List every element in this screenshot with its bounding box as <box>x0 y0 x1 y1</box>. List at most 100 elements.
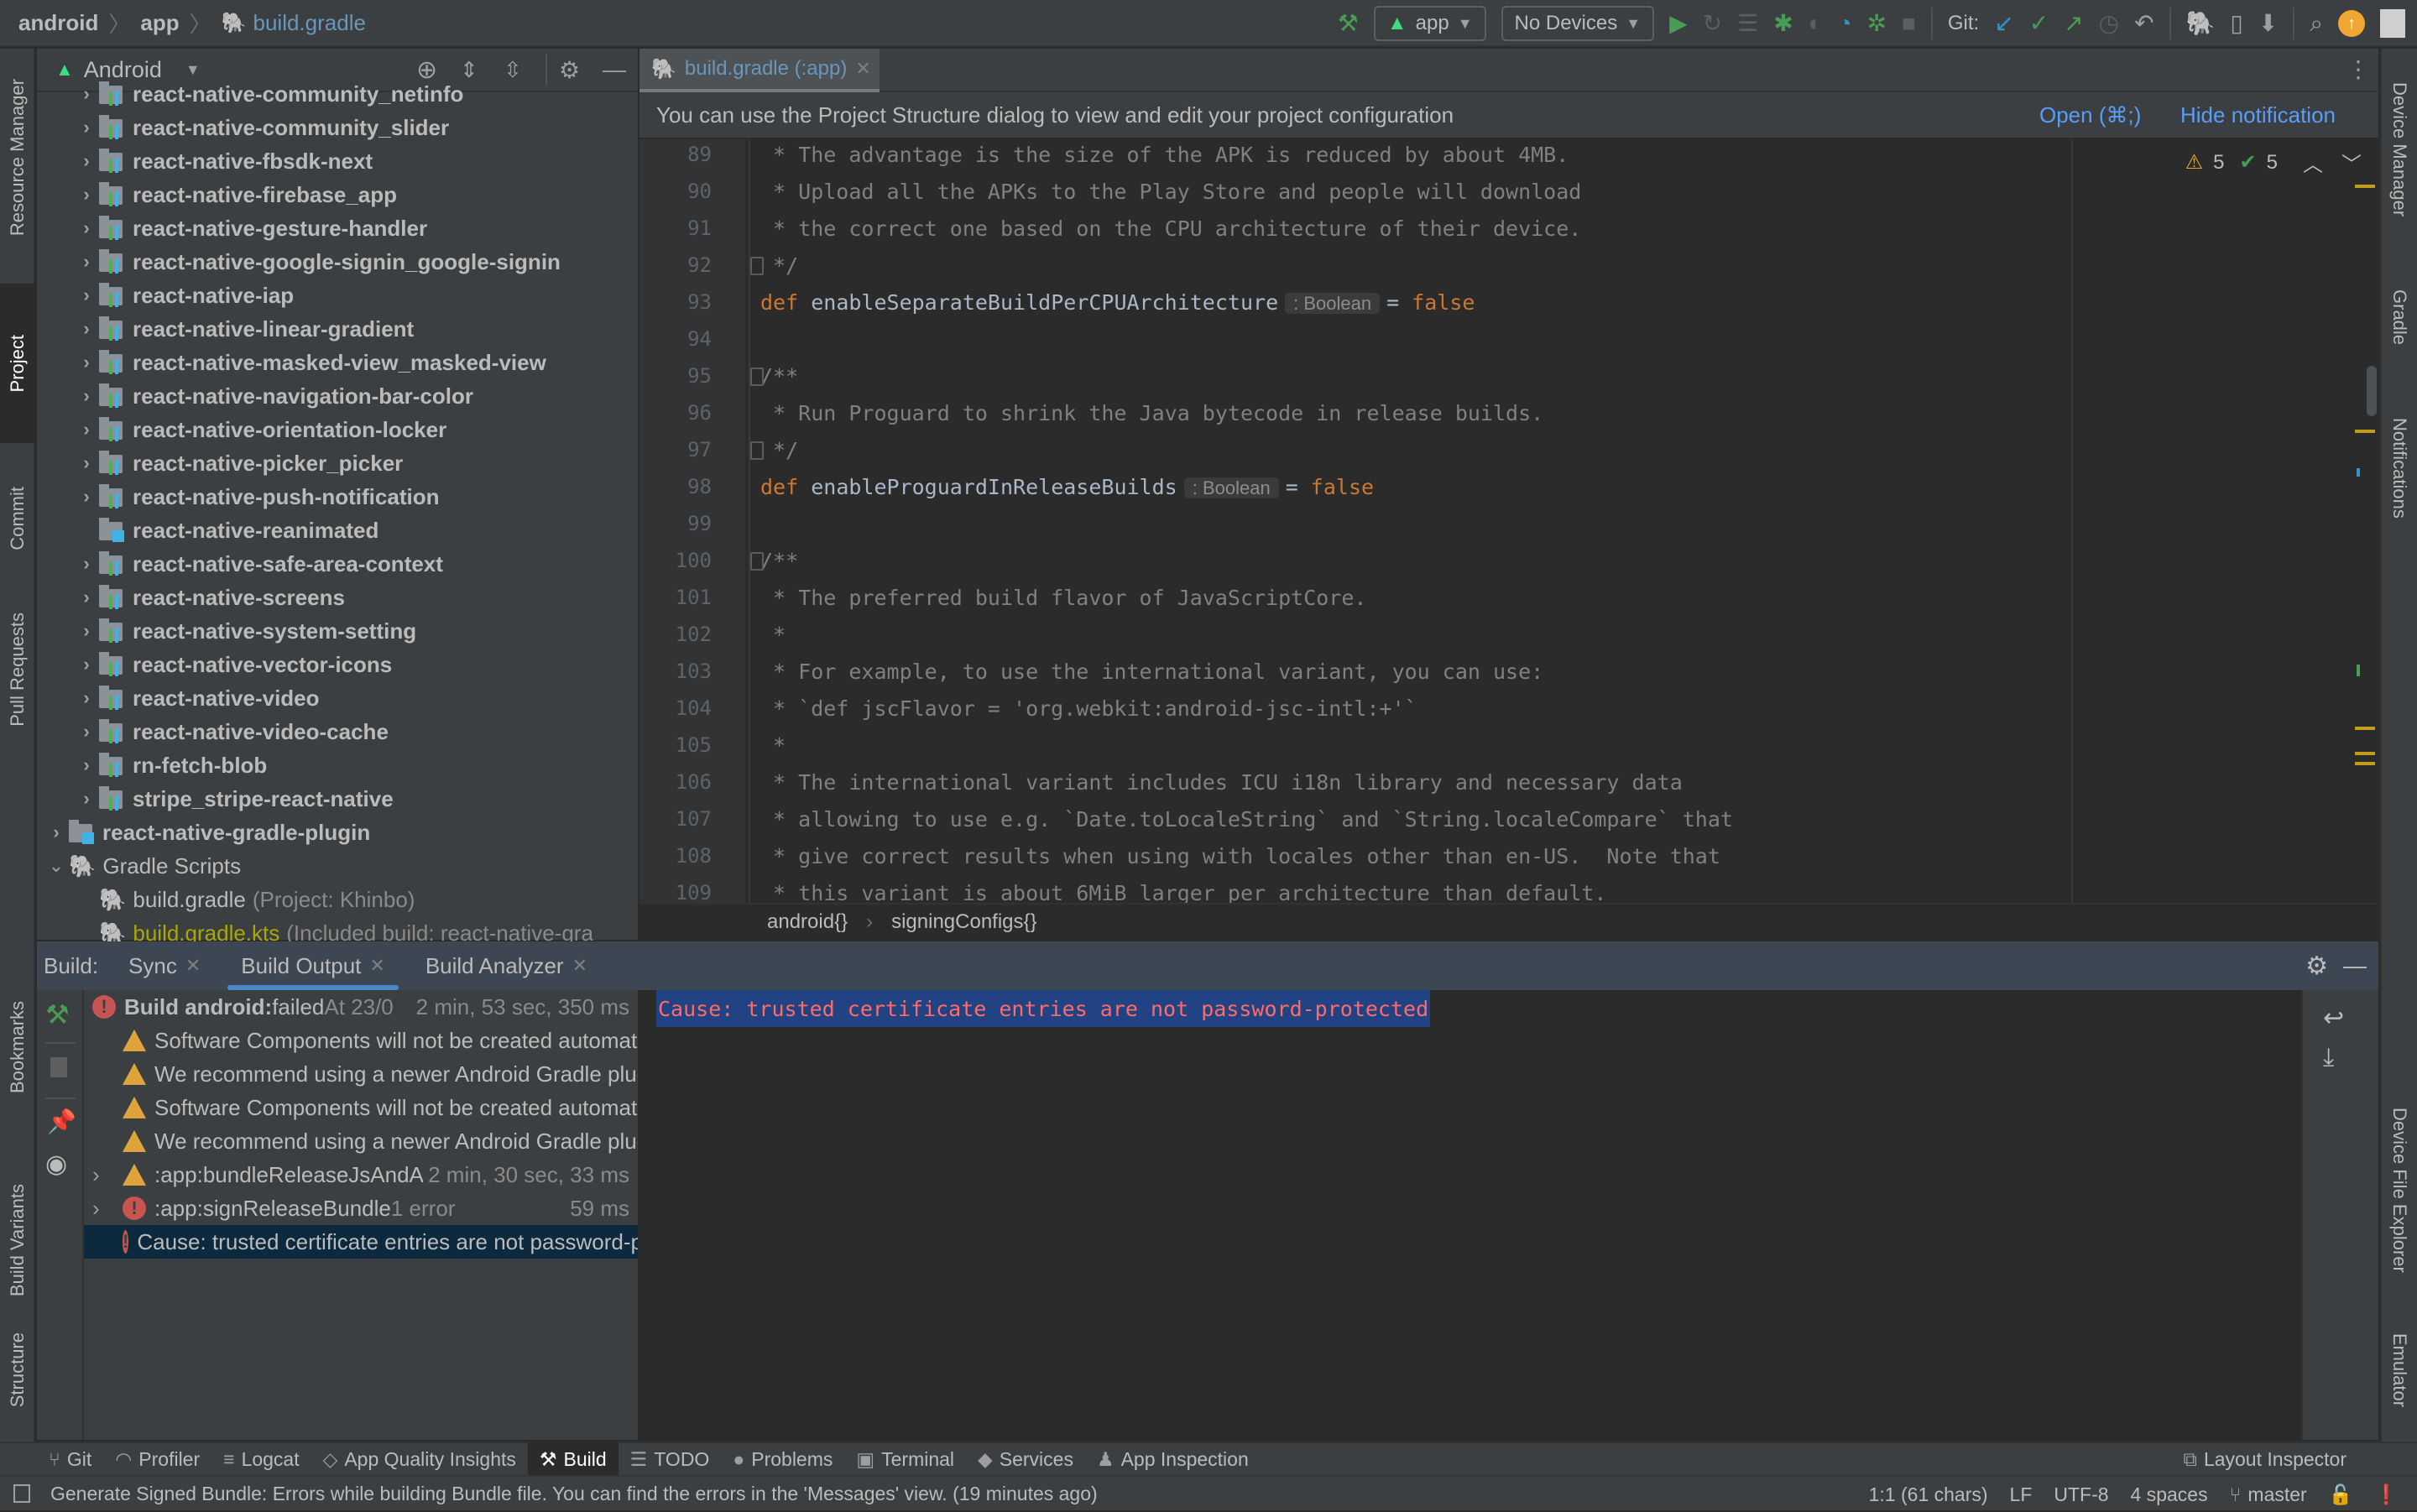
gradle-sync-icon[interactable]: 🐘 <box>2186 0 2216 47</box>
stop-icon[interactable]: ■ <box>1902 0 1916 47</box>
tab-sync[interactable]: Sync ✕ <box>128 941 201 990</box>
scroll-to-end-icon[interactable]: ⤓ <box>2323 1044 2334 1072</box>
soft-wrap-icon[interactable]: ↩ <box>2323 1004 2344 1033</box>
file-encoding[interactable]: UTF-8 <box>2054 1483 2108 1506</box>
code-line[interactable]: * The preferred build flavor of JavaScri… <box>760 586 1366 610</box>
chevron-right-icon[interactable]: › <box>74 654 99 675</box>
breadcrumb-app[interactable]: app <box>140 10 179 36</box>
attach-debugger-icon[interactable]: ✲ <box>1867 0 1887 47</box>
code-line[interactable]: */ <box>750 438 798 462</box>
code-breadcrumb-signing-configs[interactable]: signingConfigs{} <box>891 910 1036 934</box>
build-tree-row[interactable]: Software Components will not be created … <box>84 1024 638 1057</box>
code-line[interactable]: * <box>760 733 786 758</box>
close-icon[interactable]: ✕ <box>369 955 384 977</box>
tab-commit[interactable]: Commit <box>0 451 35 586</box>
git-branch-widget[interactable]: ⑂ master <box>2230 1483 2307 1506</box>
device-manager-icon[interactable]: ▯ <box>2230 0 2242 47</box>
line-separator[interactable]: LF <box>2010 1483 2033 1506</box>
chevron-right-icon[interactable]: › <box>74 788 99 810</box>
chevron-right-icon[interactable]: › <box>74 587 99 608</box>
project-tree-item[interactable]: › react-native-masked-view_masked-view <box>37 346 638 379</box>
project-tree-item[interactable]: › react-native-navigation-bar-color <box>37 379 638 413</box>
build-tree-row[interactable]: ! Build android: failed At 23/0 2 min, 53 … <box>84 990 638 1024</box>
tool-window-problems[interactable]: ● Problems <box>721 1442 844 1476</box>
project-tree-item[interactable]: › react-native-picker_picker <box>37 446 638 480</box>
chevron-right-icon[interactable]: › <box>74 284 99 306</box>
tab-device-manager[interactable]: Device Manager <box>2382 57 2417 242</box>
git-push-icon[interactable]: ↗ <box>2064 0 2083 47</box>
build-tree-row[interactable]: ›:app:bundleReleaseJsAndAssets 2 min, 30 … <box>84 1158 638 1191</box>
chevron-right-icon[interactable]: › <box>74 150 99 172</box>
chevron-right-icon[interactable]: › <box>74 117 99 138</box>
project-tree-item[interactable]: › react-native-community_netinfo <box>37 77 638 111</box>
tab-build-gradle-app[interactable]: 🐘 build.gradle (:app) ✕ <box>639 49 880 92</box>
project-tree-item[interactable]: 🐘 build.gradle (Project: Khinbo) <box>37 883 638 916</box>
chevron-right-icon[interactable]: › <box>74 251 99 273</box>
run-with-coverage-icon[interactable]: ◐ <box>1809 0 1823 47</box>
chevron-right-icon[interactable]: › <box>74 721 99 743</box>
fold-collapse-icon[interactable] <box>750 368 764 386</box>
code-line[interactable]: * the correct one based on the CPU archi… <box>760 216 1581 241</box>
tab-build-variants[interactable]: Build Variants <box>0 1148 35 1332</box>
project-tree-item[interactable]: › react-native-linear-gradient <box>37 312 638 346</box>
close-icon[interactable]: ✕ <box>855 58 870 80</box>
run-icon[interactable]: ▶ <box>1669 0 1688 47</box>
project-tree-item[interactable]: ⌄ 🐘 Gradle Scripts <box>37 849 638 883</box>
tab-structure[interactable]: Structure <box>0 1307 35 1433</box>
chevron-right-icon[interactable]: › <box>92 1196 123 1222</box>
tool-window-app-inspection[interactable]: ♟ App Inspection <box>1085 1442 1261 1476</box>
project-tree-item[interactable]: › react-native-video-cache <box>37 715 638 748</box>
pin-icon[interactable]: 📌 <box>47 1108 76 1135</box>
chevron-right-icon[interactable]: › <box>74 352 99 373</box>
open-project-structure-link[interactable]: Open (⌘;) <box>2039 102 2141 128</box>
update-icon[interactable]: ↑ <box>2338 10 2365 37</box>
project-tree-item[interactable]: › react-native-firebase_app <box>37 178 638 211</box>
breadcrumb-file[interactable]: build.gradle <box>253 10 366 36</box>
tool-window-app-quality-insights[interactable]: ◇ App Quality Insights <box>311 1442 528 1476</box>
code-line[interactable]: * Upload all the APKs to the Play Store … <box>760 180 1581 204</box>
project-tree-item[interactable]: › react-native-community_slider <box>37 111 638 144</box>
build-tree-row[interactable]: ! Cause: trusted certificate entries are … <box>84 1225 638 1259</box>
hide-notification-link[interactable]: Hide notification <box>2180 102 2336 128</box>
tool-window-git[interactable]: ⑂ Git <box>37 1442 103 1476</box>
tab-gradle[interactable]: Gradle <box>2382 258 2417 376</box>
tab-build-analyzer[interactable]: Build Analyzer ✕ <box>425 941 587 990</box>
project-tree-item[interactable]: › react-native-system-setting <box>37 614 638 648</box>
run-config-dropdown[interactable]: ▲ app ▼ <box>1373 6 1486 41</box>
fold-end-icon[interactable] <box>750 257 764 275</box>
git-commit-icon[interactable]: ✓ <box>2029 0 2049 47</box>
tab-resource-manager[interactable]: Resource Manager <box>0 57 35 258</box>
build-tree-row[interactable]: ›!:app:signReleaseBundle 1 error 59 ms <box>84 1191 638 1225</box>
code-line[interactable]: * The advantage is the size of the APK i… <box>760 143 1569 167</box>
status-message[interactable]: Generate Signed Bundle: Errors while bui… <box>50 1483 1098 1505</box>
account-avatar[interactable] <box>2380 9 2405 38</box>
project-tree-item[interactable]: › react-native-orientation-locker <box>37 413 638 446</box>
project-tree-item[interactable]: › react-native-google-signin_google-sign… <box>37 245 638 279</box>
error-stripe-mark[interactable] <box>2357 468 2360 477</box>
editor-scrollbar-thumb[interactable] <box>2367 366 2377 416</box>
more-options-icon[interactable]: ⋮ <box>2347 55 2370 83</box>
build-tree-row[interactable]: We recommend using a newer Android Gradl… <box>84 1124 638 1158</box>
tool-window-todo[interactable]: ☰ TODO <box>619 1442 722 1476</box>
error-stripe-mark[interactable] <box>2355 762 2375 765</box>
build-tree-row[interactable]: Software Components will not be created … <box>84 1091 638 1124</box>
project-tree-item[interactable]: › rn-fetch-blob <box>37 748 638 782</box>
tool-window-layout-inspector[interactable]: ⧉ Layout Inspector <box>2172 1442 2359 1476</box>
sdk-manager-icon[interactable]: ⬇ <box>2258 0 2278 47</box>
chevron-right-icon[interactable]: › <box>74 318 99 340</box>
git-history-icon[interactable]: ◷ <box>2099 0 2119 47</box>
indent-setting[interactable]: 4 spaces <box>2131 1483 2208 1506</box>
project-tree-item[interactable]: › react-native-iap <box>37 279 638 312</box>
chevron-down-icon[interactable]: ⌄ <box>44 855 69 877</box>
chevron-right-icon[interactable]: › <box>74 486 99 508</box>
code-line[interactable]: * Run Proguard to shrink the Java byteco… <box>760 401 1543 425</box>
fold-collapse-icon[interactable] <box>750 552 764 571</box>
tab-build-output[interactable]: Build Output ✕ <box>227 941 399 990</box>
apply-code-changes-icon[interactable]: ☰ <box>1737 0 1758 47</box>
event-log-icon[interactable]: ❗ <box>2374 1483 2399 1506</box>
inspection-widget[interactable]: ⚠ 5 ✔ 5 ︿ ﹀ <box>2185 148 2362 177</box>
chevron-right-icon[interactable]: › <box>74 687 99 709</box>
profiler-icon[interactable]: ◔ <box>1838 0 1852 47</box>
chevron-right-icon[interactable]: › <box>74 385 99 407</box>
rebuild-hammer-icon[interactable]: ⚒ <box>45 998 70 1030</box>
